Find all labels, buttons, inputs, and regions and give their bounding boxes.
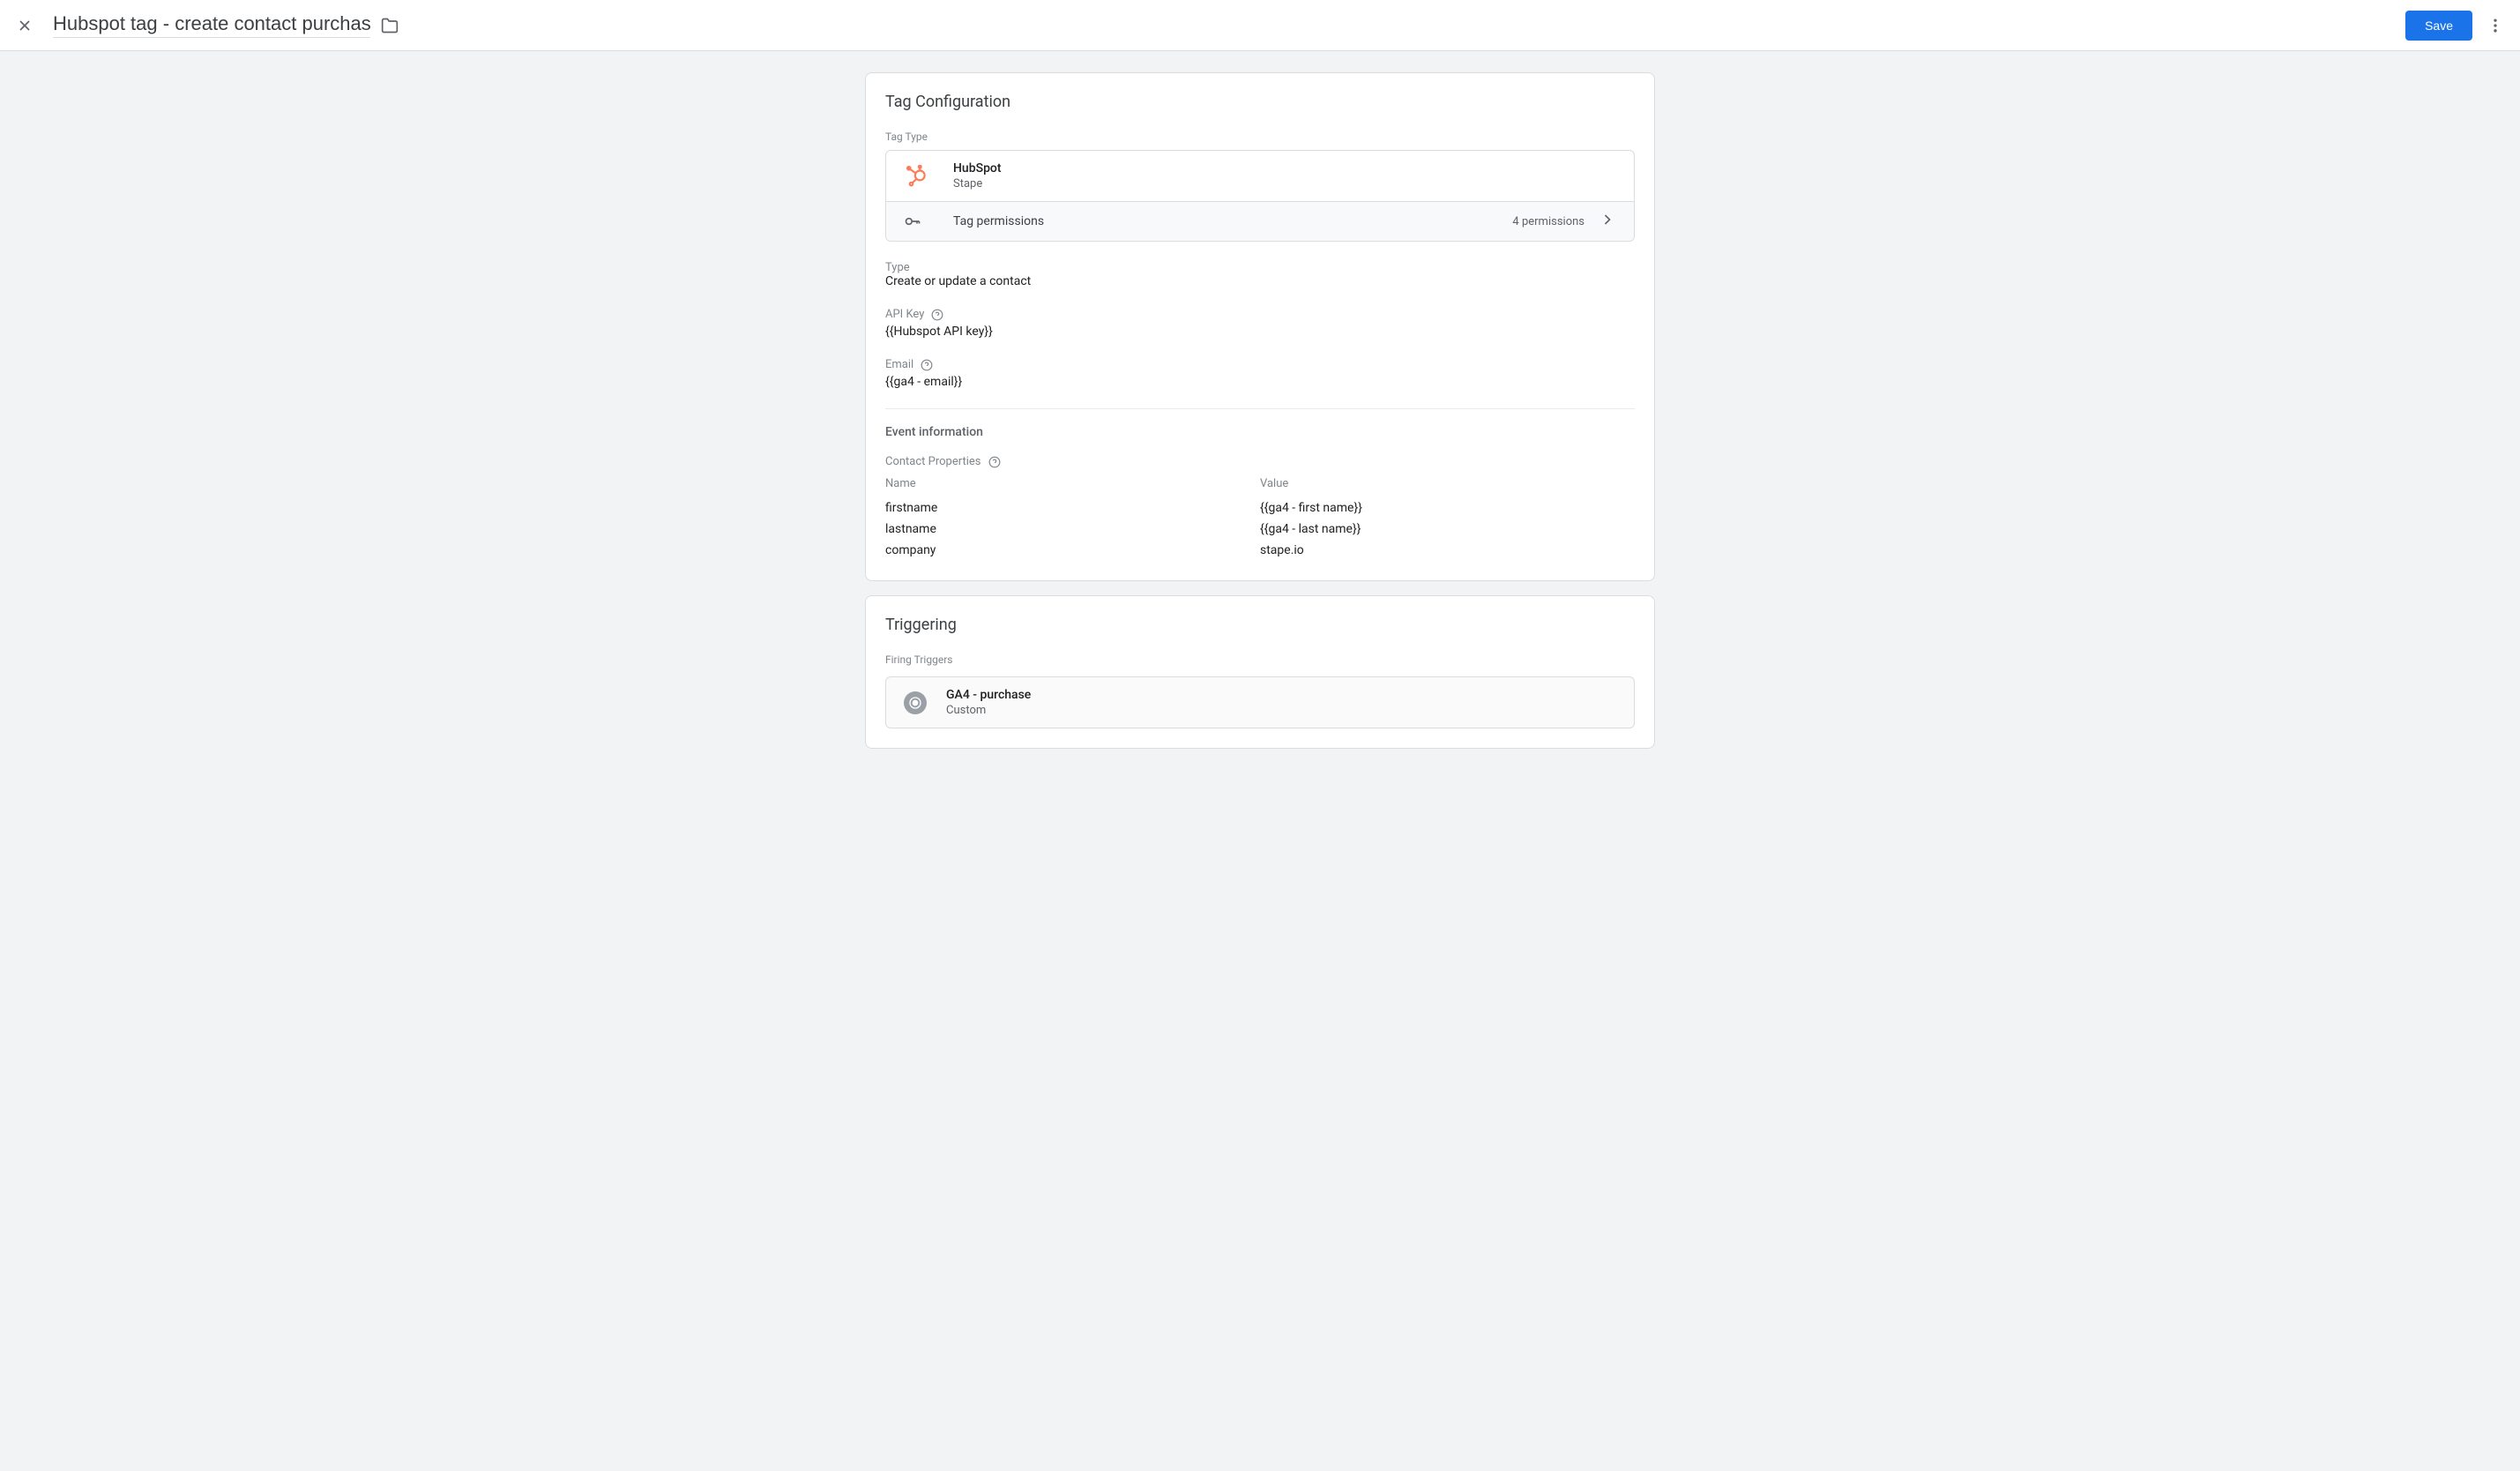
prop-value: {{ga4 - last name}}	[1260, 522, 1635, 536]
trigger-name: GA4 - purchase	[946, 688, 1031, 702]
save-button[interactable]: Save	[2405, 11, 2472, 41]
help-icon[interactable]	[988, 456, 1001, 468]
permissions-count: 4 permissions	[1512, 215, 1584, 228]
help-icon[interactable]	[921, 359, 933, 371]
tag-type-box: HubSpot Stape Tag permissions 4 permissi…	[885, 150, 1635, 242]
type-value: Create or update a contact	[885, 274, 1635, 288]
triggering-title: Triggering	[885, 616, 1635, 634]
prop-name: lastname	[885, 522, 1260, 536]
tag-type-vendor: Stape	[953, 177, 1002, 190]
prop-value: {{ga4 - first name}}	[1260, 501, 1635, 515]
folder-icon	[381, 17, 399, 34]
email-label: Email	[885, 358, 913, 371]
props-header: Name Value	[885, 477, 1635, 490]
folder-button[interactable]	[381, 17, 399, 34]
close-icon	[16, 17, 34, 34]
triggering-card: Triggering Firing Triggers GA4 - purchas…	[865, 595, 1655, 749]
props-header-name: Name	[885, 477, 1260, 490]
key-icon	[904, 213, 921, 230]
tag-permissions-row[interactable]: Tag permissions 4 permissions	[886, 201, 1634, 241]
props-row: lastname{{ga4 - last name}}	[885, 519, 1635, 540]
help-icon[interactable]	[931, 309, 943, 321]
prop-name: company	[885, 543, 1260, 557]
api-key-value: {{Hubspot API key}}	[885, 325, 1635, 339]
tag-type-label: Tag Type	[885, 131, 1635, 143]
more-vert-icon	[2486, 17, 2504, 34]
trigger-row[interactable]: GA4 - purchase Custom	[885, 676, 1635, 728]
api-key-label: API Key	[885, 308, 924, 321]
tag-type-row[interactable]: HubSpot Stape	[886, 151, 1634, 201]
tag-configuration-card: Tag Configuration Tag Type Hu	[865, 72, 1655, 581]
type-label: Type	[885, 261, 1635, 274]
more-menu-button[interactable]	[2485, 15, 2506, 36]
firing-triggers-label: Firing Triggers	[885, 653, 1635, 666]
email-value: {{ga4 - email}}	[885, 375, 1635, 389]
trigger-custom-icon	[904, 691, 927, 714]
props-header-value: Value	[1260, 477, 1635, 490]
tag-type-name: HubSpot	[953, 161, 1002, 175]
close-button[interactable]	[14, 15, 35, 36]
trigger-type: Custom	[946, 704, 1031, 717]
prop-name: firstname	[885, 501, 1260, 515]
event-info-title: Event information	[885, 425, 1635, 439]
tag-name-input[interactable]	[53, 12, 370, 38]
contact-props-label: Contact Properties	[885, 455, 981, 468]
hubspot-icon	[904, 163, 930, 190]
props-row: firstname{{ga4 - first name}}	[885, 497, 1635, 519]
props-row: companystape.io	[885, 540, 1635, 561]
permissions-label: Tag permissions	[953, 214, 1512, 228]
header-bar: Save	[0, 0, 2520, 51]
chevron-right-icon	[1599, 211, 1616, 232]
tag-config-title: Tag Configuration	[885, 93, 1635, 111]
prop-value: stape.io	[1260, 543, 1635, 557]
